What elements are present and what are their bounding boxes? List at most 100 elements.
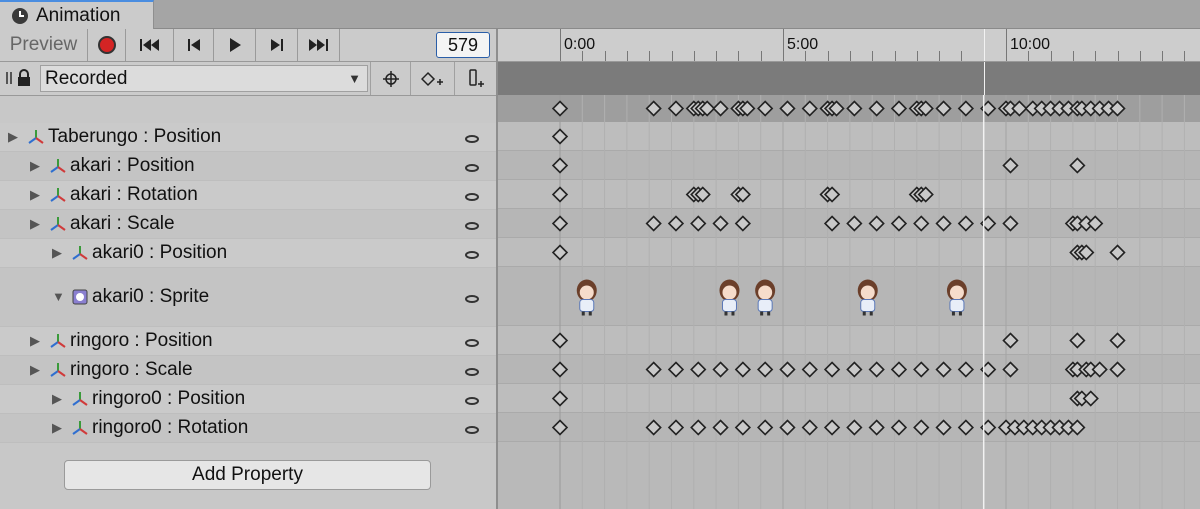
summary-header <box>498 62 1200 95</box>
expand-arrow-right-icon[interactable]: ▶ <box>30 158 40 174</box>
track-row-band <box>498 151 1200 180</box>
expand-arrow-right-icon[interactable]: ▶ <box>30 216 40 232</box>
property-label: akari0 : Position <box>92 241 228 263</box>
property-row[interactable]: ▶ akari0 : Position <box>0 239 496 268</box>
keyframe-canvas[interactable] <box>498 95 1200 509</box>
property-row[interactable]: ▶ akari : Position <box>0 152 496 181</box>
ruler-time-label: 10:00 <box>1010 36 1051 53</box>
ruler-tick <box>1184 51 1186 61</box>
skip-to-end-icon <box>308 39 328 51</box>
expand-arrow-right-icon[interactable]: ▶ <box>52 420 62 436</box>
property-row[interactable]: ▶ ringoro0 : Position <box>0 385 496 414</box>
property-row[interactable]: ▶ ringoro0 : Rotation <box>0 414 496 443</box>
ruler-tick <box>849 51 851 61</box>
ruler-time-label: 5:00 <box>787 36 819 53</box>
property-label: akari : Position <box>70 154 195 176</box>
ruler-tick <box>738 51 740 61</box>
property-list: ▶ Taberungo : Position ▶ akari : Position ▶ a… <box>0 96 496 509</box>
ruler-tick <box>604 51 606 61</box>
track-row-band <box>498 267 1200 326</box>
ruler-time-label: 0:00 <box>564 36 596 53</box>
curve-toggle-icon[interactable] <box>465 221 479 230</box>
clip-dropdown[interactable]: Recorded ▼ <box>40 65 368 92</box>
first-keyframe-button[interactable] <box>126 29 174 61</box>
step-back-icon <box>187 39 200 51</box>
transform-axes-icon <box>50 333 66 348</box>
curve-toggle-icon[interactable] <box>465 396 479 405</box>
sprite-renderer-icon <box>72 289 88 304</box>
playhead-line[interactable] <box>983 29 986 61</box>
clock-icon <box>12 8 28 24</box>
clip-name: Recorded <box>45 68 128 89</box>
property-label: akari0 : Sprite <box>92 285 210 307</box>
crosshair-icon <box>382 70 399 87</box>
property-row[interactable]: ▼ akari0 : Sprite <box>0 268 496 327</box>
property-label: ringoro : Position <box>70 329 213 351</box>
property-row[interactable]: ▶ akari : Rotation <box>0 181 496 210</box>
curve-toggle-icon[interactable] <box>465 134 479 143</box>
dopesheet-track-area[interactable] <box>498 95 1200 509</box>
curve-toggle-icon[interactable] <box>465 338 479 347</box>
expand-arrow-right-icon[interactable]: ▶ <box>52 391 62 407</box>
filter-by-selection-button[interactable] <box>370 62 410 95</box>
time-ruler[interactable]: 0:00 5:00 10:00 <box>498 29 1200 62</box>
next-keyframe-button[interactable] <box>256 29 298 61</box>
property-row[interactable]: ▶ Taberungo : Position <box>0 123 496 152</box>
curve-toggle-icon[interactable] <box>465 192 479 201</box>
skip-to-start-icon <box>139 39 159 51</box>
ruler-tick <box>649 51 651 61</box>
add-property-button[interactable]: Add Property <box>64 460 431 490</box>
expand-arrow-right-icon[interactable]: ▶ <box>30 362 40 378</box>
record-icon <box>97 36 116 54</box>
add-event-button[interactable] <box>454 62 496 95</box>
sprite-keyframe-thumbnail <box>576 279 597 316</box>
last-keyframe-button[interactable] <box>298 29 340 61</box>
transform-axes-icon <box>50 158 66 173</box>
filter-lock-icon[interactable] <box>4 68 34 88</box>
previous-keyframe-button[interactable] <box>174 29 214 61</box>
ruler-tick <box>1139 51 1141 61</box>
property-row[interactable]: ▶ ringoro : Scale <box>0 356 496 385</box>
curve-toggle-icon[interactable] <box>465 425 479 434</box>
play-button[interactable] <box>214 29 256 61</box>
curve-toggle-icon[interactable] <box>465 250 479 259</box>
curve-toggle-icon[interactable] <box>465 294 479 303</box>
property-label: ringoro0 : Rotation <box>92 416 249 438</box>
curve-toggle-icon[interactable] <box>465 367 479 376</box>
transform-axes-icon <box>72 245 88 260</box>
property-row[interactable]: ▶ akari : Scale <box>0 210 496 239</box>
expand-arrow-right-icon[interactable]: ▶ <box>52 245 62 261</box>
playback-toolbar: Preview 579 <box>0 29 496 62</box>
property-label: akari : Rotation <box>70 183 198 205</box>
add-keyframe-icon <box>420 71 443 86</box>
ruler-tick <box>671 51 673 61</box>
window-tab-bar <box>0 0 1200 29</box>
track-row-band <box>498 238 1200 267</box>
ruler-tick <box>916 51 918 61</box>
ruler-tick <box>1117 51 1119 61</box>
sprite-keyframe-thumbnail <box>719 279 740 316</box>
expand-arrow-right-icon[interactable]: ▶ <box>30 333 40 349</box>
ruler-tick <box>961 51 963 61</box>
playhead-line[interactable] <box>983 62 986 95</box>
ruler-tick <box>760 51 762 61</box>
transform-axes-icon <box>72 420 88 435</box>
property-row[interactable]: ▶ ringoro : Position <box>0 327 496 356</box>
property-label: akari : Scale <box>70 212 175 234</box>
record-button[interactable] <box>88 29 126 61</box>
ruler-tick <box>1006 29 1007 61</box>
ruler-tick <box>939 51 941 61</box>
expand-arrow-right-icon[interactable]: ▶ <box>8 129 18 145</box>
expand-arrow-down-icon[interactable]: ▼ <box>52 289 65 304</box>
curve-toggle-icon[interactable] <box>465 163 479 172</box>
track-row-band <box>498 122 1200 151</box>
preview-button[interactable]: Preview <box>0 29 88 61</box>
frame-field[interactable]: 579 <box>436 32 490 58</box>
ruler-tick <box>1095 51 1097 61</box>
expand-arrow-right-icon[interactable]: ▶ <box>30 187 40 203</box>
tab-animation[interactable]: Animation <box>0 0 154 29</box>
property-label: ringoro : Scale <box>70 358 193 380</box>
ruler-tick <box>1162 51 1164 61</box>
tab-title: Animation <box>36 5 121 26</box>
add-keyframe-button[interactable] <box>410 62 454 95</box>
